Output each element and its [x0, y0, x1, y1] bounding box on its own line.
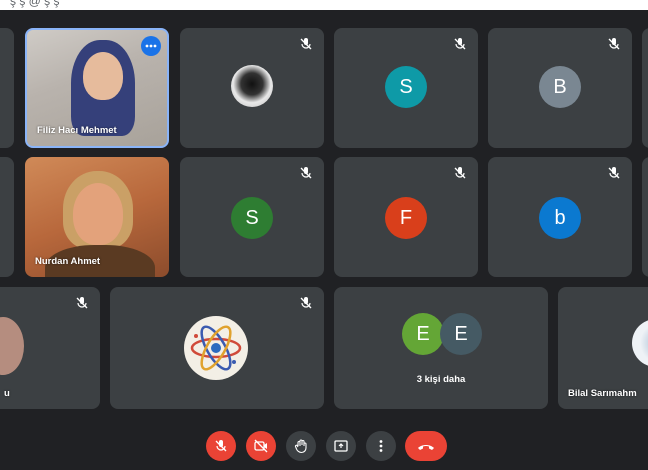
- meeting-grid: Filiz Hacı Mehmet S B Nurdan Ahmet S F b: [0, 10, 648, 470]
- mic-off-icon: [300, 297, 312, 309]
- participant-tile-8[interactable]: b: [488, 157, 632, 277]
- participant-name: Nurdan Ahmet: [35, 256, 101, 267]
- participant-tile-partial-left-2[interactable]: [0, 157, 14, 277]
- participant-tile-2[interactable]: [180, 28, 324, 148]
- mic-off-icon: [454, 167, 466, 179]
- more-options-icon: [379, 440, 383, 452]
- participant-tile-partial-right-1[interactable]: [642, 28, 648, 148]
- atom-avatar-icon: [184, 316, 248, 380]
- mic-off-icon: [300, 38, 312, 50]
- top-strip: ş ş @ ş ş: [0, 0, 648, 10]
- more-options-button[interactable]: [366, 431, 396, 461]
- video-face: [83, 52, 123, 100]
- camera-off-icon: [254, 439, 268, 453]
- hang-up-button[interactable]: [405, 431, 447, 461]
- camera-toggle-button[interactable]: [246, 431, 276, 461]
- mic-off-icon: [454, 38, 466, 50]
- participant-tile-self[interactable]: Filiz Hacı Mehmet: [25, 28, 169, 148]
- participant-name: u: [4, 388, 10, 399]
- avatar: B: [539, 66, 581, 108]
- avatar: S: [231, 197, 273, 239]
- mic-off-icon: [608, 167, 620, 179]
- present-screen-button[interactable]: [326, 431, 356, 461]
- profile-photo: [632, 319, 648, 367]
- participant-tile-12[interactable]: Bilal Sarımahm: [558, 287, 648, 409]
- participant-tile-video[interactable]: Nurdan Ahmet: [25, 157, 169, 277]
- participant-tile-others[interactable]: E E 3 kişi daha: [334, 287, 548, 409]
- top-strip-text: ş ş @ ş ş: [10, 0, 60, 8]
- others-count-label: 3 kişi daha: [416, 374, 466, 385]
- participant-tile-4[interactable]: B: [488, 28, 632, 148]
- participant-name: Bilal Sarımahm: [568, 388, 637, 399]
- mic-toggle-button[interactable]: [206, 431, 236, 461]
- participant-tile-6[interactable]: S: [180, 157, 324, 277]
- profile-photo: [231, 65, 273, 107]
- more-options-icon[interactable]: [141, 36, 161, 56]
- avatar: S: [385, 66, 427, 108]
- mic-off-icon: [300, 167, 312, 179]
- participant-tile-partial-left-1[interactable]: [0, 28, 14, 148]
- avatar: F: [385, 197, 427, 239]
- mic-off-icon: [76, 297, 88, 309]
- participant-tile-partial-left-3[interactable]: u: [0, 287, 100, 409]
- participant-tile-3[interactable]: S: [334, 28, 478, 148]
- avatar: E: [402, 313, 444, 355]
- hang-up-icon: [418, 445, 434, 450]
- participant-tile-10[interactable]: [110, 287, 324, 409]
- profile-photo: [0, 317, 24, 375]
- video-face: [73, 183, 123, 245]
- avatar: E: [440, 313, 482, 355]
- raise-hand-icon: [294, 439, 307, 454]
- participant-tile-7[interactable]: F: [334, 157, 478, 277]
- avatar: b: [539, 197, 581, 239]
- present-screen-icon: [334, 440, 348, 452]
- mic-off-icon: [608, 38, 620, 50]
- raise-hand-button[interactable]: [286, 431, 316, 461]
- mic-off-icon: [215, 440, 227, 452]
- participant-tile-partial-right-2[interactable]: [642, 157, 648, 277]
- participant-name: Filiz Hacı Mehmet: [37, 125, 117, 136]
